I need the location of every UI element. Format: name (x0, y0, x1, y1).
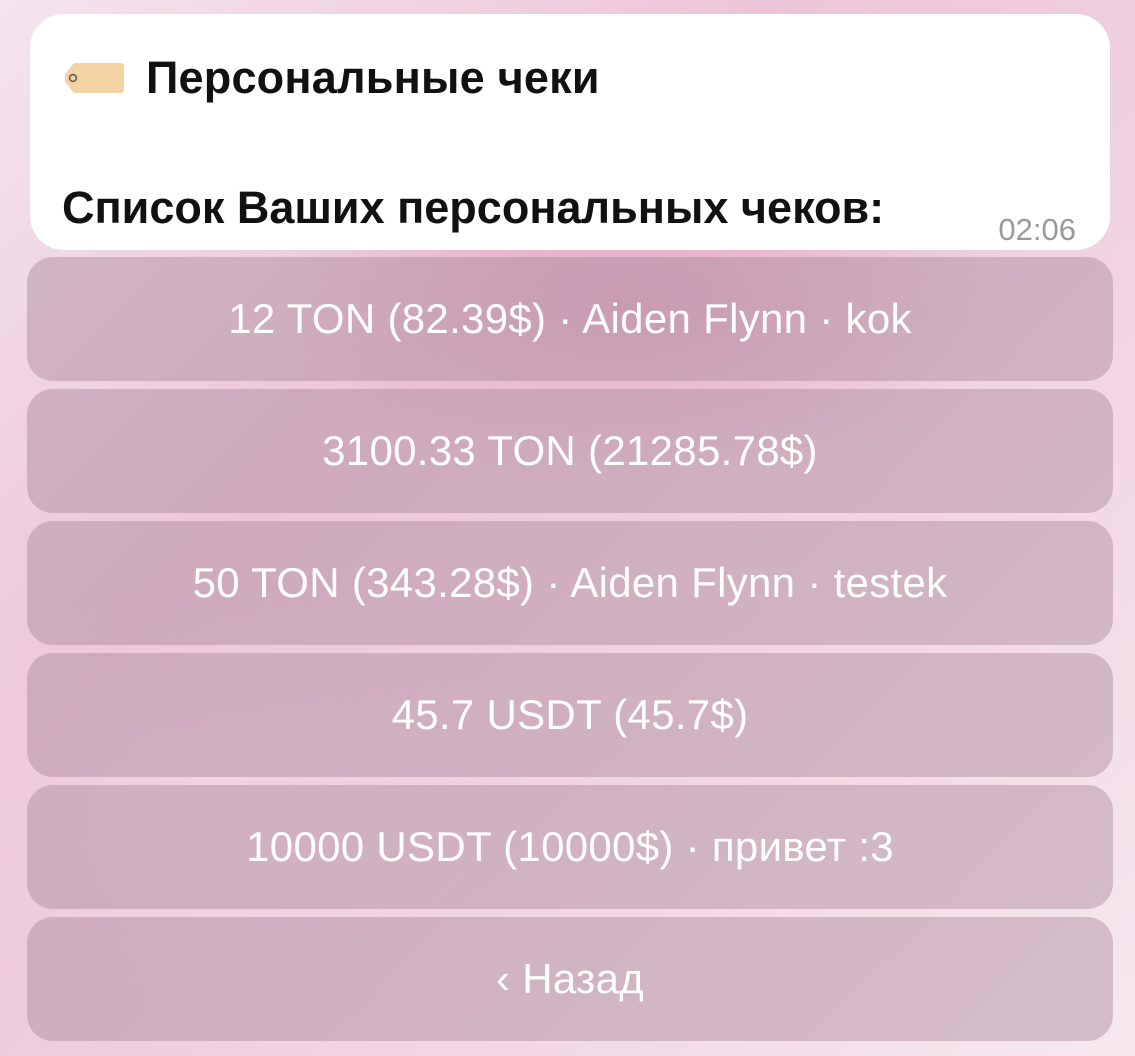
check-button-1[interactable]: 12 TON (82.39$) · Aiden Flynn · kok (27, 257, 1113, 381)
inline-keyboard: 12 TON (82.39$) · Aiden Flynn · kok 3100… (27, 257, 1113, 1041)
check-button-3[interactable]: 50 TON (343.28$) · Aiden Flynn · testek (27, 521, 1113, 645)
message-title: Персональные чеки (146, 52, 600, 103)
back-button[interactable]: ‹ Назад (27, 917, 1113, 1041)
check-button-4[interactable]: 45.7 USDT (45.7$) (27, 653, 1113, 777)
check-button-2[interactable]: 3100.33 TON (21285.78$) (27, 389, 1113, 513)
tag-icon (64, 61, 124, 95)
message-bubble: Персональные чеки Список Ваших персональ… (30, 14, 1110, 250)
message-text: Список Ваших персональных чеков: (62, 182, 885, 233)
message-timestamp: 02:06 (998, 212, 1076, 247)
message-header: Персональные чеки (64, 52, 600, 104)
check-button-5[interactable]: 10000 USDT (10000$) · привет :3 (27, 785, 1113, 909)
